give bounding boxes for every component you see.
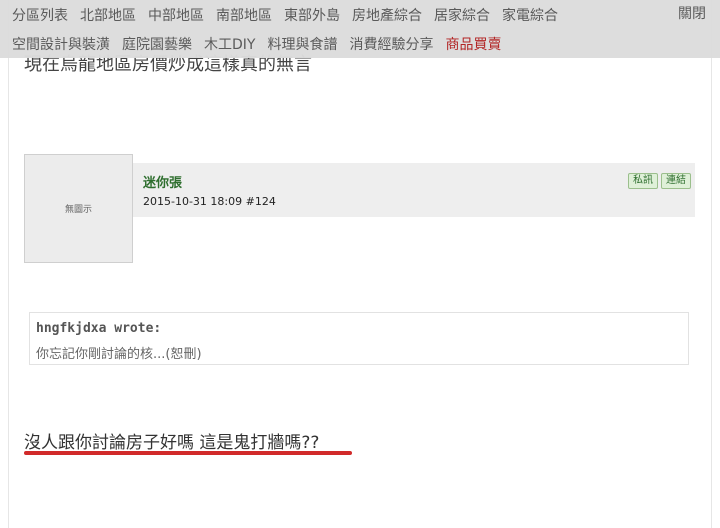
menu-item-real-estate[interactable]: 房地產綜合 [346, 5, 428, 25]
post-column: 現在烏龍地區房價炒成這樣真的無言 無圖示 迷你張 2015-10-31 18:0… [8, 0, 712, 528]
menu-item-woodwork[interactable]: 木工DIY [198, 34, 261, 54]
menu-item-interior-design[interactable]: 空間設計與裝潢 [0, 34, 116, 54]
menu-item-cooking[interactable]: 料理與食譜 [261, 34, 343, 54]
quote-text: 你忘記你剛討論的核...(恕刪) [36, 347, 202, 362]
menu-item-home[interactable]: 居家綜合 [428, 5, 496, 25]
category-menu: 分區列表 北部地區 中部地區 南部地區 東部外島 房地產綜合 居家綜合 家電綜合… [0, 0, 720, 58]
menu-item-shopping-experience[interactable]: 消費經驗分享 [343, 34, 439, 54]
menu-item-category-list[interactable]: 分區列表 [0, 5, 74, 25]
menu-item-north[interactable]: 北部地區 [74, 5, 142, 25]
reply-text: 沒人跟你討論房子好嗎 這是鬼打牆嗎?? [24, 433, 320, 453]
quote-author: hngfkjdxa wrote: [36, 321, 162, 336]
menu-item-south[interactable]: 南部地區 [210, 5, 278, 25]
menu-item-central[interactable]: 中部地區 [142, 5, 210, 25]
menu-item-appliances[interactable]: 家電綜合 [496, 5, 564, 25]
menu-item-gardening[interactable]: 庭院園藝樂 [116, 34, 198, 54]
private-message-button[interactable]: 私訊 [628, 173, 658, 189]
menu-item-east-islands[interactable]: 東部外島 [278, 5, 346, 25]
avatar-placeholder-text: 無圖示 [64, 205, 92, 215]
red-underline-annotation [24, 451, 352, 455]
menu-row-1: 分區列表 北部地區 中部地區 南部地區 東部外島 房地產綜合 居家綜合 家電綜合 [0, 0, 720, 29]
menu-row-2: 空間設計與裝潢 庭院園藝樂 木工DIY 料理與食譜 消費經驗分享 商品買賣 [0, 29, 720, 58]
avatar[interactable]: 無圖示 [24, 154, 133, 263]
quote-block: hngfkjdxa wrote: 你忘記你剛討論的核...(恕刪) [29, 312, 689, 365]
post-author-bar: 迷你張 2015-10-31 18:09 #124 私訊 連結 [133, 163, 695, 217]
menu-item-marketplace[interactable]: 商品買賣 [439, 34, 507, 54]
author-name-link[interactable]: 迷你張 [143, 172, 182, 191]
post-meta: 2015-10-31 18:09 #124 [143, 195, 276, 208]
post-datetime: 2015-10-31 18:09 [143, 195, 243, 208]
post-link-button[interactable]: 連結 [661, 173, 691, 189]
menu-close-button[interactable]: 關閉 [678, 0, 706, 29]
post-number-link[interactable]: #124 [246, 195, 276, 208]
